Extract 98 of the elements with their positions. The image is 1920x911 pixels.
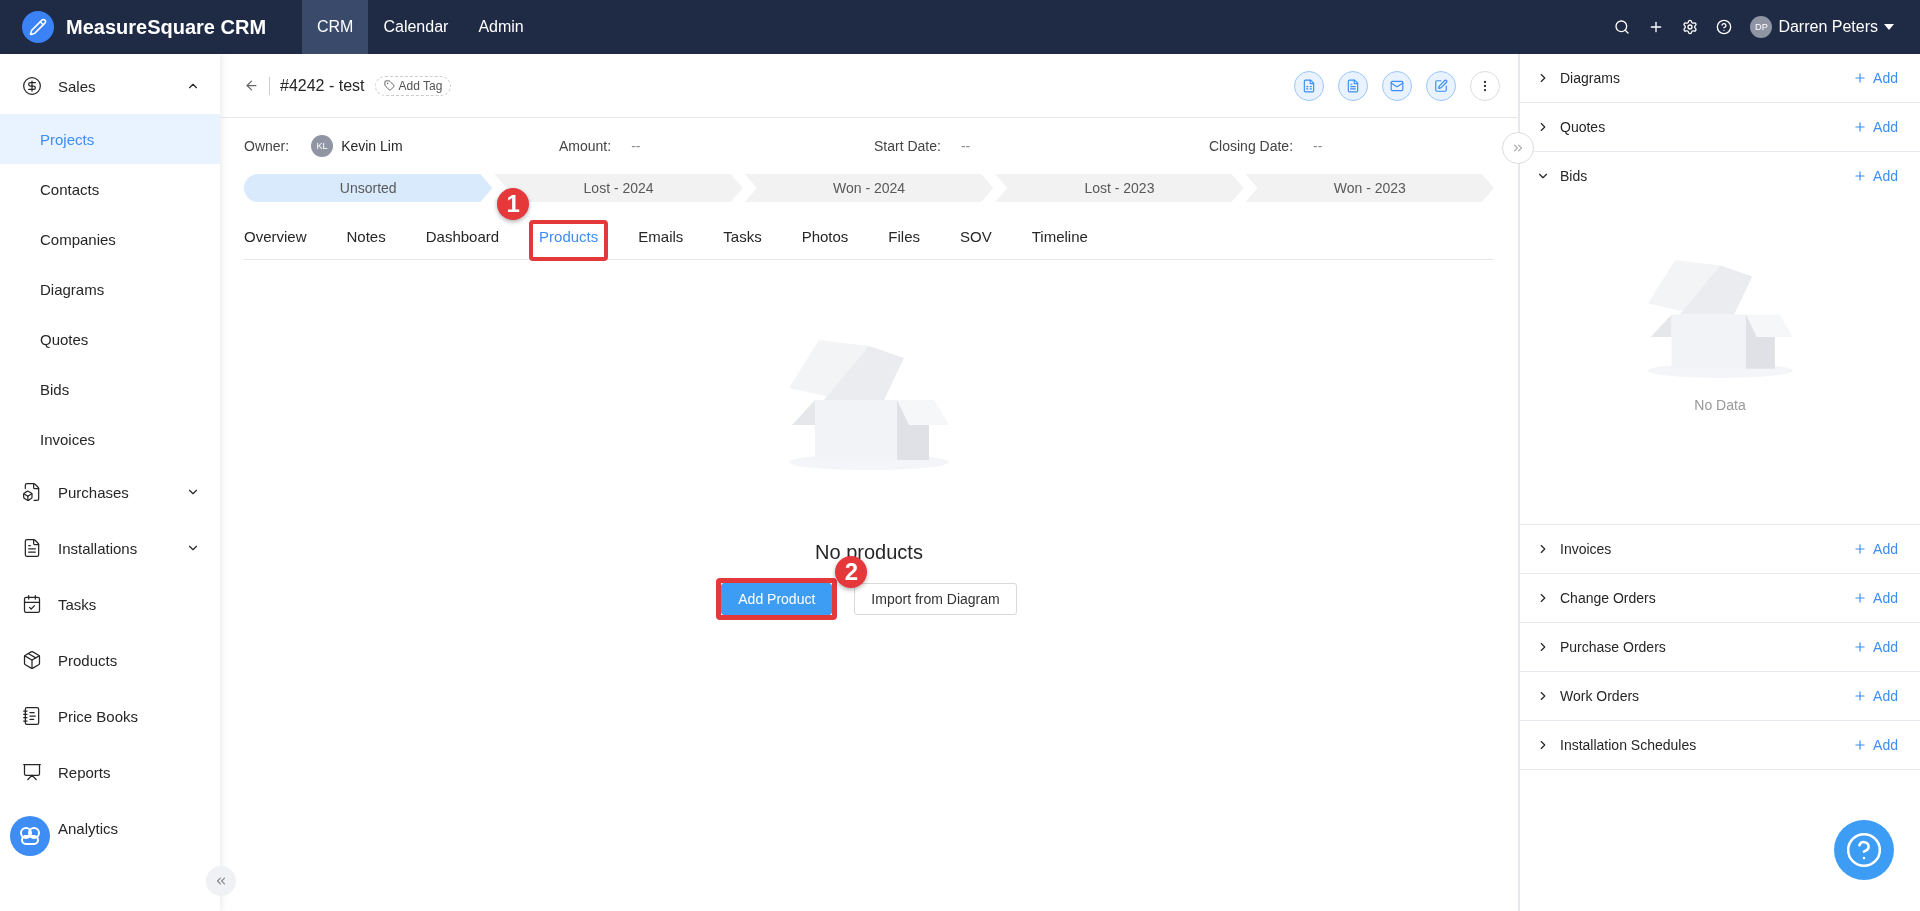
sidebar-item[interactable]: Quotes xyxy=(0,314,220,364)
field-label: Amount: xyxy=(559,138,612,154)
tag-icon xyxy=(383,80,395,91)
sidebar-item[interactable]: Tasks xyxy=(0,576,220,632)
tab[interactable]: Emails xyxy=(638,218,684,259)
tab[interactable]: Tasks xyxy=(723,218,762,259)
stage-step[interactable]: Unsorted xyxy=(244,174,493,202)
section-header[interactable]: Installation Schedules Add xyxy=(1520,721,1920,769)
document-icon xyxy=(1346,78,1360,93)
dollar-icon xyxy=(22,76,42,96)
help-icon xyxy=(1845,831,1883,869)
plus-icon xyxy=(1853,640,1868,654)
sidebar-item[interactable]: Analytics xyxy=(0,800,220,856)
section-header[interactable]: Diagrams Add xyxy=(1520,54,1920,102)
package-icon xyxy=(22,650,42,670)
plus-icon xyxy=(1853,169,1868,183)
sidebar-item[interactable]: Contacts xyxy=(0,164,220,214)
section-header[interactable]: Change Orders Add xyxy=(1520,574,1920,622)
help-icon[interactable] xyxy=(1716,19,1733,35)
spreadsheet-icon xyxy=(1302,78,1316,93)
section-title: Diagrams xyxy=(1560,70,1621,86)
field-value: -- xyxy=(960,138,971,154)
calendar-check-icon xyxy=(22,594,42,614)
tab[interactable]: Notes xyxy=(346,218,386,259)
section-header[interactable]: Purchase Orders Add xyxy=(1520,623,1920,671)
sidebar-item[interactable]: Price Books xyxy=(0,688,220,744)
spreadsheet-button[interactable] xyxy=(1294,70,1324,101)
sidebar-item[interactable]: Diagrams xyxy=(0,264,220,314)
section-title: Purchase Orders xyxy=(1560,639,1667,655)
step-badge: 1 xyxy=(497,188,530,220)
document-icon xyxy=(22,706,42,726)
nav-tab[interactable]: Admin xyxy=(463,0,539,54)
back-icon[interactable] xyxy=(244,78,259,93)
owner-avatar: KL xyxy=(311,135,334,157)
tab[interactable]: SOV xyxy=(960,218,992,259)
section-title: Installation Schedules xyxy=(1560,737,1698,753)
stage-step[interactable]: Won - 2024 xyxy=(744,174,994,202)
tab[interactable]: Overview xyxy=(244,218,307,259)
field-value: Kevin Lim xyxy=(341,138,403,154)
sidebar-item[interactable]: Purchases xyxy=(0,464,220,520)
plus-icon xyxy=(1853,542,1868,556)
settings-icon[interactable] xyxy=(1682,19,1699,35)
plus-icon xyxy=(1853,591,1868,605)
section-title: Quotes xyxy=(1560,119,1607,135)
sidebar-item[interactable]: Products xyxy=(0,632,220,688)
field-label: Start Date: xyxy=(874,138,941,154)
sidebar-item[interactable]: Sales xyxy=(0,58,220,114)
pencil-icon xyxy=(29,18,47,36)
chevrons-left-icon xyxy=(214,874,228,888)
caret-icon[interactable] xyxy=(1884,24,1894,30)
plus-icon xyxy=(1853,120,1868,134)
help-button[interactable] xyxy=(1834,820,1894,880)
app-name: MeasureSquare CRM xyxy=(66,15,268,39)
sidebar-item[interactable]: Installations xyxy=(0,520,220,576)
bot-icon xyxy=(19,826,41,846)
import-button[interactable]: Import from Diagram xyxy=(854,583,1017,616)
presentation-icon xyxy=(22,762,42,782)
sidebar-item[interactable]: Invoices xyxy=(0,414,220,464)
record-title: #4242 - test xyxy=(269,76,365,95)
sidebar-item[interactable]: Companies xyxy=(0,214,220,264)
section-title: Change Orders xyxy=(1560,590,1657,606)
edit-icon xyxy=(1434,78,1448,93)
no-data-text: No Data xyxy=(1694,396,1746,413)
section-header[interactable]: Bids Add xyxy=(1520,152,1920,200)
section-header[interactable]: Quotes Add xyxy=(1520,103,1920,151)
mail-button[interactable] xyxy=(1382,70,1412,101)
section-title: Invoices xyxy=(1560,541,1613,557)
nav-tab[interactable]: Calendar xyxy=(368,0,464,54)
document-box-icon xyxy=(22,482,42,502)
user-name[interactable]: Darren Peters xyxy=(1778,18,1878,36)
stage-step[interactable]: Lost - 2023 xyxy=(995,174,1244,202)
nav-tab[interactable]: CRM xyxy=(302,0,369,54)
sidebar-item[interactable]: Reports xyxy=(0,744,220,800)
section-header[interactable]: Work Orders Add xyxy=(1520,672,1920,720)
field-value: -- xyxy=(631,138,641,154)
section-title: Bids xyxy=(1560,168,1589,184)
tab[interactable]: Files xyxy=(888,218,921,259)
section-title: Work Orders xyxy=(1560,688,1641,704)
search-icon[interactable] xyxy=(1614,19,1631,35)
plus-icon xyxy=(1853,689,1868,703)
plus-icon xyxy=(1853,738,1868,752)
mail-icon xyxy=(1390,78,1404,93)
sidebar-item[interactable]: Bids xyxy=(0,364,220,414)
assistant-button[interactable] xyxy=(10,816,50,856)
tab[interactable]: Timeline xyxy=(1031,218,1088,259)
document-icon xyxy=(22,538,42,558)
tab[interactable]: Dashboard xyxy=(425,218,500,259)
collapse-button[interactable] xyxy=(206,866,236,896)
chevrons-right-icon xyxy=(1511,141,1525,155)
field-label: Closing Date: xyxy=(1209,138,1294,154)
document-button[interactable] xyxy=(1338,70,1368,101)
field-value: -- xyxy=(1313,138,1323,154)
plus-icon xyxy=(1853,71,1868,85)
field-label: Owner: xyxy=(244,138,290,154)
edit-button[interactable] xyxy=(1426,70,1456,101)
section-header[interactable]: Invoices Add xyxy=(1520,525,1920,573)
stage-step[interactable]: Won - 2023 xyxy=(1245,174,1495,202)
tab[interactable]: Photos xyxy=(801,218,849,259)
